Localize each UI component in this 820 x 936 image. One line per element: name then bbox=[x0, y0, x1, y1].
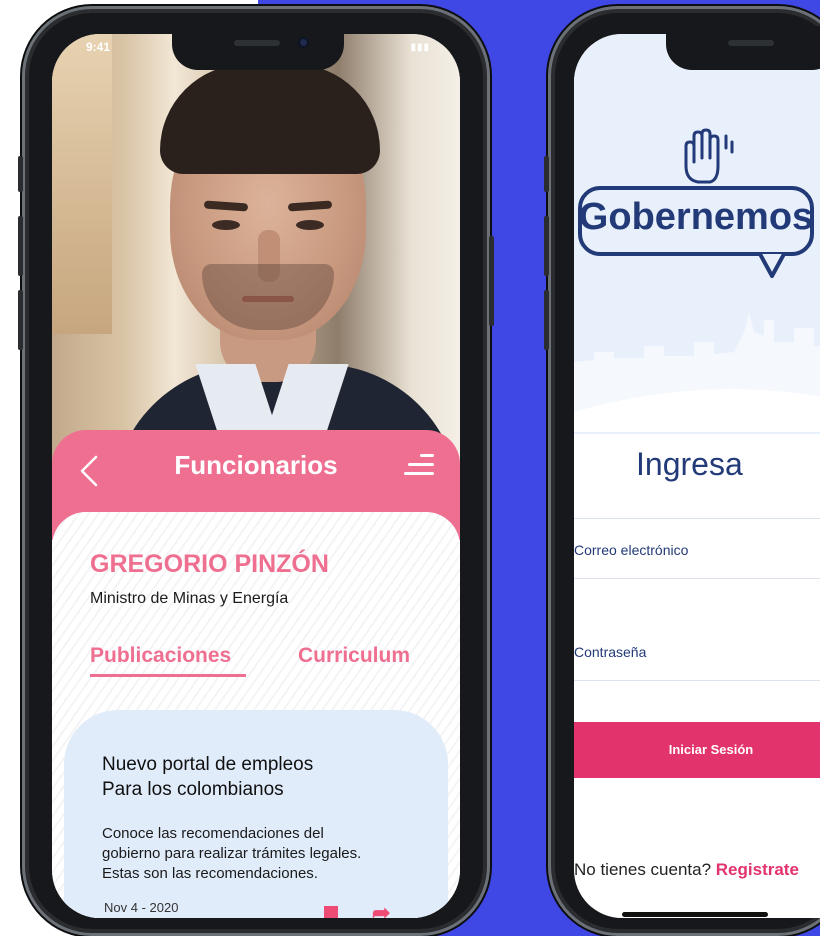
post-title: Nuevo portal de empleos Para los colombi… bbox=[102, 752, 422, 802]
email-field-underline bbox=[574, 578, 820, 579]
active-tab-indicator bbox=[90, 674, 246, 677]
photo-mouth bbox=[242, 296, 294, 302]
tab-publicaciones[interactable]: Publicaciones bbox=[90, 644, 231, 668]
notch bbox=[666, 26, 820, 70]
tab-curriculum[interactable]: Curriculum bbox=[298, 644, 410, 668]
register-link[interactable]: Registrate bbox=[716, 860, 799, 879]
divider bbox=[574, 518, 820, 519]
phone-frame-right: Gobernemos Ingresa Correo electrónico Co… bbox=[544, 6, 820, 936]
status-time: 9:41 bbox=[86, 40, 111, 54]
photo-hair bbox=[160, 64, 380, 174]
password-field[interactable]: Contraseña bbox=[574, 644, 646, 660]
nav-title: Funcionarios bbox=[174, 450, 338, 480]
speaker bbox=[234, 40, 280, 46]
phone-frame-left: 9:41 ▮▮▮ Funcionarios GREGORIO PINZÓN Mi… bbox=[18, 6, 494, 936]
post-card[interactable] bbox=[64, 710, 448, 918]
login-title: Ingresa bbox=[636, 446, 743, 482]
password-field-underline bbox=[574, 680, 820, 681]
logo-bubble-tail bbox=[758, 253, 786, 278]
login-button[interactable]: Iniciar Sesión bbox=[574, 722, 820, 778]
side-button-volume-up bbox=[18, 216, 23, 276]
profile-name: GREGORIO PINZÓN bbox=[90, 550, 329, 578]
screen-funcionarios: 9:41 ▮▮▮ Funcionarios GREGORIO PINZÓN Mi… bbox=[52, 34, 460, 918]
gobernemos-logo: Gobernemos bbox=[578, 122, 820, 278]
profile-role: Ministro de Minas y Energía bbox=[90, 590, 289, 607]
logo-text: Gobernemos bbox=[578, 196, 814, 238]
side-button-volume-down bbox=[544, 290, 549, 350]
profile-photo bbox=[52, 34, 460, 504]
notch bbox=[172, 26, 344, 70]
photo-eye-right bbox=[296, 220, 324, 230]
side-button-volume-up bbox=[544, 216, 549, 276]
photo-background-window bbox=[52, 34, 112, 334]
side-button-silent bbox=[544, 156, 549, 192]
post-title-line: Para los colombianos bbox=[102, 779, 284, 800]
email-field[interactable]: Correo electrónico bbox=[574, 542, 688, 558]
post-body-line: Conoce las recomendaciones del bbox=[102, 825, 324, 842]
home-indicator[interactable] bbox=[622, 912, 768, 917]
post-title-line: Nuevo portal de empleos bbox=[102, 754, 314, 775]
post-body-line: Estas son las recomendaciones. bbox=[102, 865, 318, 882]
side-button-power bbox=[489, 236, 494, 326]
post-body: Conoce las recomendaciones del gobierno … bbox=[102, 824, 422, 884]
front-camera bbox=[298, 37, 309, 48]
screen-login: Gobernemos Ingresa Correo electrónico Co… bbox=[574, 34, 820, 918]
status-signal-icons: ▮▮▮ bbox=[410, 42, 430, 53]
side-button-silent bbox=[18, 156, 23, 192]
menu-lines-icon[interactable] bbox=[402, 454, 434, 480]
share-arrow-icon[interactable]: ➦ bbox=[372, 900, 390, 918]
raised-hand-icon bbox=[684, 128, 734, 184]
register-prompt-text: No tienes cuenta? bbox=[574, 860, 712, 879]
register-prompt: No tienes cuenta? Registrate bbox=[574, 860, 799, 880]
speaker bbox=[728, 40, 774, 46]
side-button-volume-down bbox=[18, 290, 23, 350]
bookmark-icon[interactable] bbox=[324, 906, 338, 918]
post-date: Nov 4 - 2020 bbox=[104, 900, 179, 915]
city-skyline-graphic bbox=[574, 312, 820, 432]
photo-eye-left bbox=[212, 220, 240, 230]
post-body-line: gobierno para realizar trámites legales. bbox=[102, 845, 362, 862]
